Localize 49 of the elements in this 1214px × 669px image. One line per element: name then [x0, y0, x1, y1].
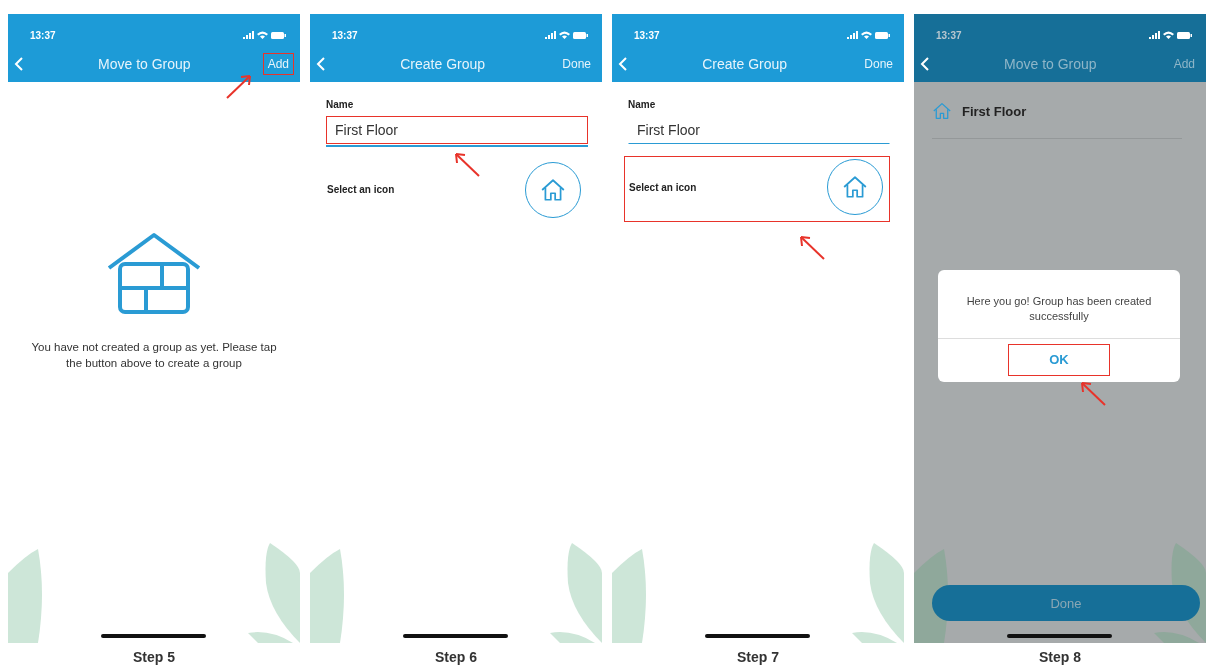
back-icon[interactable] — [314, 56, 328, 72]
field-label: Name — [628, 99, 657, 110]
wifi-icon — [257, 31, 268, 39]
status-time: 13:37 — [332, 29, 358, 41]
icon-label: Select an icon — [629, 181, 697, 193]
house-icon — [932, 102, 952, 120]
header-action-button[interactable]: Done — [557, 53, 596, 75]
pointer-arrow — [797, 233, 827, 261]
group-name[interactable]: First Floor — [962, 103, 1027, 119]
back-icon[interactable] — [616, 56, 630, 72]
screen-title: Move to Group — [97, 56, 192, 72]
empty-message: You have not created a group as yet. Please tap the button above to create a group — [30, 340, 278, 371]
house-icon-button[interactable] — [827, 159, 883, 215]
signal-icon — [243, 31, 254, 39]
step-caption: Step 6 — [435, 649, 477, 665]
house-icon — [540, 177, 566, 202]
header-action-button[interactable]: Done — [859, 53, 898, 75]
battery-icon — [271, 31, 286, 39]
done-button[interactable]: Done — [932, 585, 1200, 621]
icon-label: Select an icon — [327, 184, 395, 195]
screen-title: Create Group — [701, 56, 789, 72]
signal-icon — [545, 31, 556, 39]
icon-selector-row[interactable]: Select an icon — [322, 158, 588, 225]
back-icon[interactable] — [12, 56, 26, 72]
battery-icon — [573, 31, 588, 39]
name-field[interactable]: First Floor — [326, 116, 588, 144]
wifi-icon — [861, 31, 872, 39]
house-icon — [106, 232, 202, 316]
screen-title: Move to Group — [1003, 56, 1098, 72]
wifi-icon — [559, 31, 570, 39]
dialog-message: Here you go! Group has been created successfully — [938, 270, 1180, 339]
battery-icon — [875, 31, 890, 39]
status-time: 13:37 — [30, 29, 56, 41]
house-icon — [842, 175, 868, 199]
ok-button[interactable]: OK — [1008, 343, 1110, 376]
pointer-arrow — [452, 150, 482, 178]
step-caption: Step 8 — [1039, 649, 1081, 665]
signal-icon — [1149, 31, 1160, 39]
screen-title: Create Group — [399, 56, 487, 72]
battery-icon — [1177, 31, 1192, 39]
wifi-icon — [1163, 31, 1174, 39]
step-caption: Step 5 — [133, 649, 175, 665]
status-time: 13:37 — [936, 29, 962, 41]
status-time: 13:37 — [634, 29, 660, 41]
step-caption: Step 7 — [737, 649, 779, 665]
header-action-button[interactable]: Add — [1168, 53, 1200, 75]
field-label: Name — [326, 99, 355, 110]
back-icon[interactable] — [918, 56, 932, 72]
signal-icon — [847, 31, 858, 39]
